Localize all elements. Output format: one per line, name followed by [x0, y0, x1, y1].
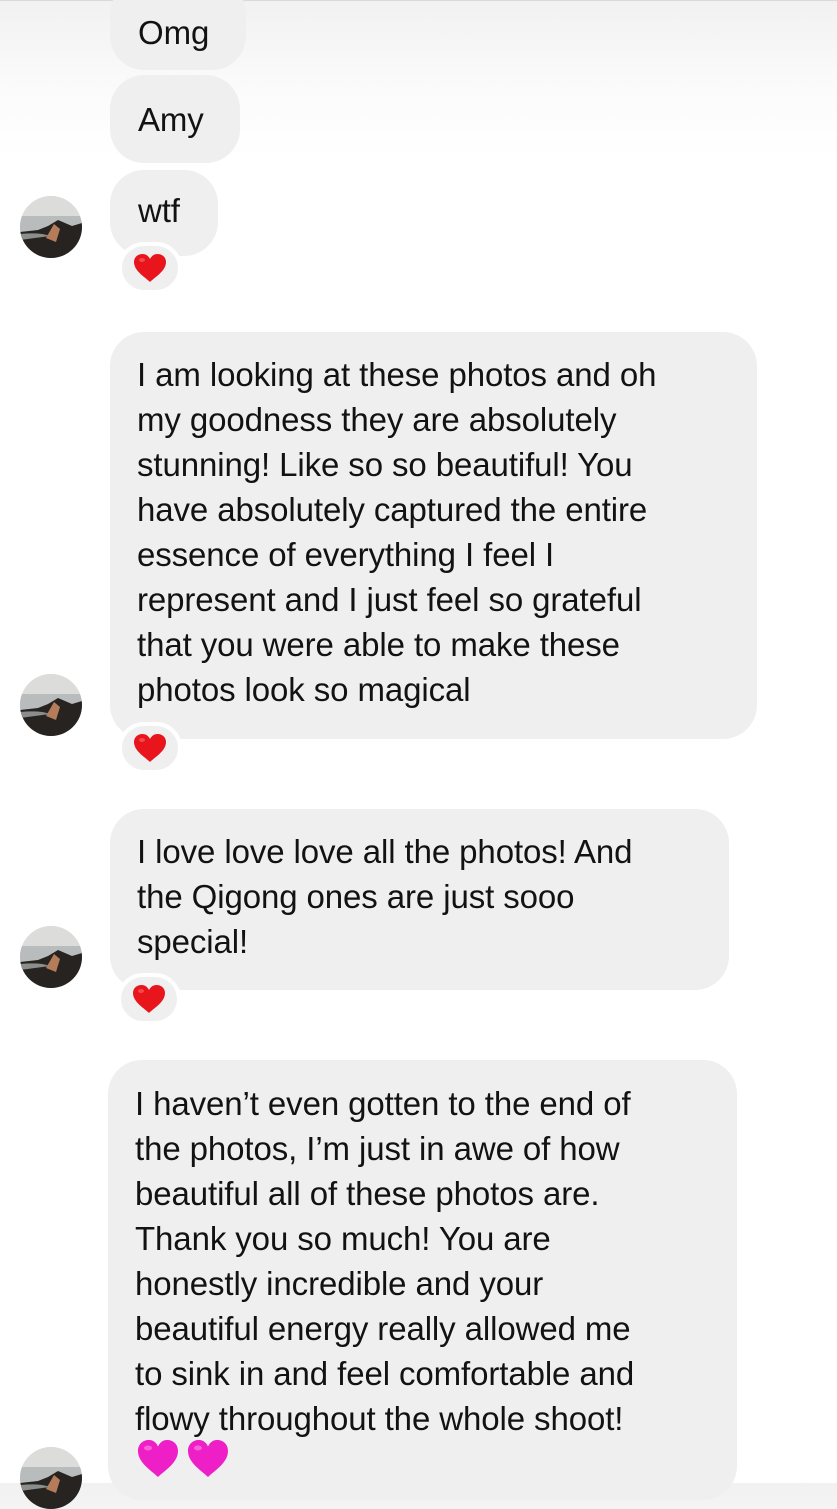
message-line: to sink in and feel comfortable and — [135, 1355, 635, 1392]
message-line: honestly incredible and your — [135, 1265, 544, 1302]
message-line: I love love love all the photos! And — [137, 833, 633, 870]
message-bubble[interactable]: Amy — [110, 75, 240, 163]
emoji-row — [136, 1439, 230, 1483]
reaction-pill[interactable] — [118, 242, 182, 294]
avatar[interactable] — [20, 1447, 82, 1509]
message-bubble[interactable]: I haven’t even gotten to the end of the … — [108, 1060, 737, 1500]
avatar[interactable] — [20, 926, 82, 988]
message-line: my goodness they are absolutely — [137, 401, 617, 438]
avatar[interactable] — [20, 674, 82, 736]
message-line: flowy throughout the whole shoot! — [135, 1400, 624, 1437]
message-line: essence of everything I feel I — [137, 536, 555, 573]
message-text: wtf — [138, 191, 180, 229]
reaction-pill[interactable] — [118, 722, 182, 774]
avatar[interactable] — [20, 196, 82, 258]
message-line: that you were able to make these — [137, 626, 620, 663]
avatar-photo — [20, 196, 82, 258]
pink-heart-icon — [136, 1439, 180, 1483]
message-line: I am looking at these photos and oh — [137, 356, 657, 393]
message-line: stunning! Like so so beautiful! You — [137, 446, 633, 483]
message-line: I haven’t even gotten to the end of — [135, 1085, 631, 1122]
message-bubble[interactable]: Omg — [110, 0, 246, 70]
message-line: the Qigong ones are just sooo — [137, 878, 575, 915]
reaction-pill[interactable] — [117, 973, 181, 1025]
red-heart-icon — [132, 984, 166, 1014]
message-bubble[interactable]: I am looking at these photos and oh my g… — [110, 332, 757, 739]
message-bubble[interactable]: I love love love all the photos! And the… — [110, 809, 729, 990]
avatar-photo — [20, 674, 82, 736]
red-heart-icon — [133, 253, 167, 283]
pink-heart-icon — [186, 1439, 230, 1483]
message-line: represent and I just feel so grateful — [137, 581, 642, 618]
message-text: Amy — [138, 100, 204, 138]
avatar-photo — [20, 1447, 82, 1509]
message-text: Omg — [138, 13, 210, 51]
message-line: beautiful energy really allowed me — [135, 1310, 631, 1347]
message-line: special! — [137, 923, 249, 960]
message-line: photos look so magical — [137, 671, 471, 708]
message-line: have absolutely captured the entire — [137, 491, 648, 528]
avatar-photo — [20, 926, 82, 988]
message-line: beautiful all of these photos are. — [135, 1175, 600, 1212]
message-line: Thank you so much! You are — [135, 1220, 551, 1257]
red-heart-icon — [133, 733, 167, 763]
message-line: the photos, I’m just in awe of how — [135, 1130, 620, 1167]
